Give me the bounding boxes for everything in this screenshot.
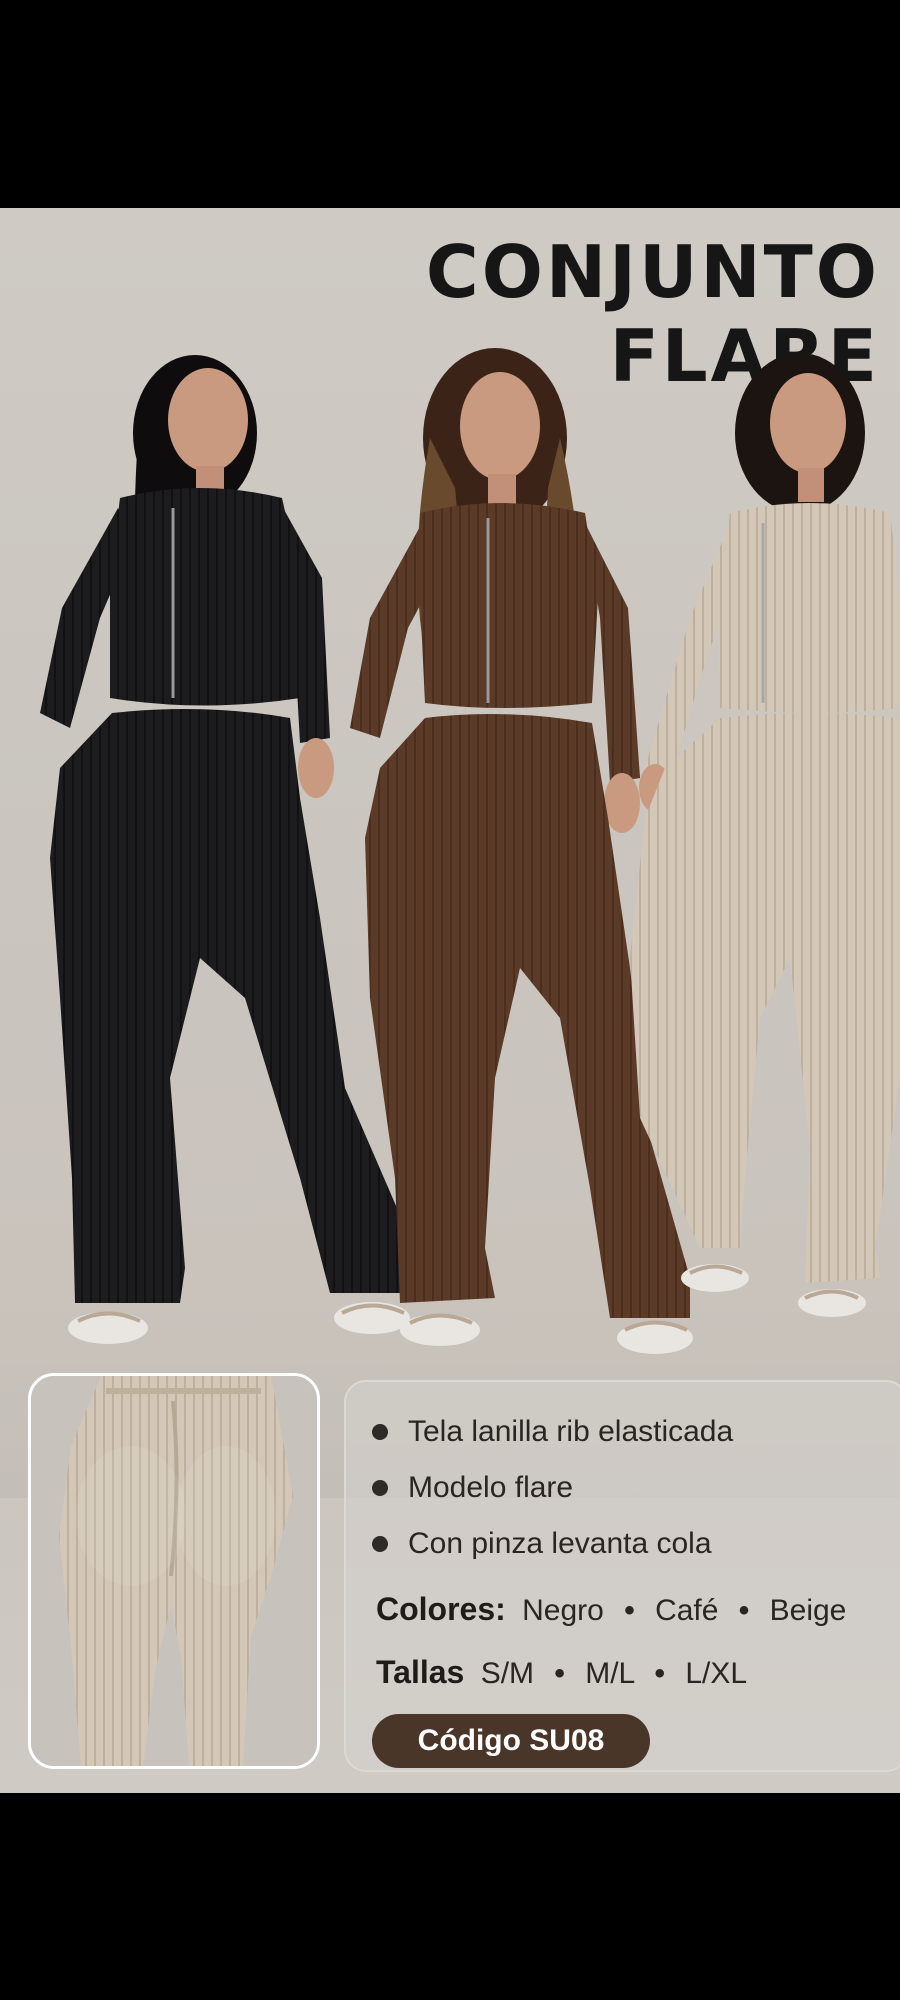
separator-dot: • (738, 1594, 750, 1627)
model-black-set (40, 355, 410, 1344)
feature-text: Tela lanilla rib elasticada (408, 1415, 734, 1448)
size-option: L/XL (685, 1657, 748, 1690)
feature-item: Tela lanilla rib elasticada (372, 1404, 733, 1460)
separator-dot: • (554, 1657, 565, 1690)
color-option: Café (655, 1594, 719, 1627)
detail-photo (31, 1376, 317, 1766)
bullet-icon (372, 1424, 388, 1440)
color-option: Negro (522, 1594, 604, 1627)
product-info-panel: Tela lanilla rib elasticada Modelo flare… (344, 1380, 900, 1772)
feature-list: Tela lanilla rib elasticada Modelo flare… (372, 1404, 733, 1572)
divider (370, 1640, 900, 1642)
divider (370, 1703, 900, 1705)
colors-row: Colores: Negro • Café • Beige (376, 1584, 846, 1634)
feature-text: Con pinza levanta cola (408, 1527, 712, 1560)
separator-dot: • (654, 1657, 665, 1690)
bullet-icon (372, 1480, 388, 1496)
divider (370, 1577, 900, 1579)
size-option: S/M (480, 1657, 535, 1690)
product-code-badge: Código SU08 (372, 1714, 650, 1768)
bullet-icon (372, 1536, 388, 1552)
product-poster: CONJUNTO FLARE Tela lanilla rib elastica… (0, 208, 900, 1793)
colors-label: Colores: (376, 1591, 506, 1627)
model-beige-set (630, 353, 900, 1317)
sizes-label: Tallas (376, 1654, 465, 1690)
detail-photo-frame (28, 1373, 320, 1769)
feature-text: Modelo flare (408, 1471, 574, 1504)
feature-item: Con pinza levanta cola (372, 1516, 733, 1572)
feature-item: Modelo flare (372, 1460, 733, 1516)
size-option: M/L (585, 1657, 635, 1690)
color-option: Beige (769, 1594, 847, 1627)
separator-dot: • (624, 1594, 635, 1627)
sizes-row: Tallas S/M • M/L • L/XL (376, 1647, 747, 1697)
